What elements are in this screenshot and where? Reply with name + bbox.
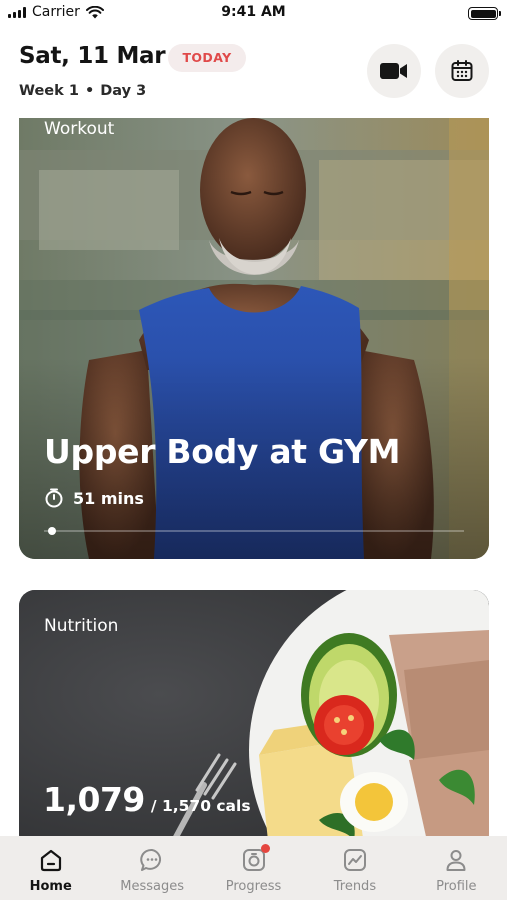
status-time: 9:41 AM [221, 4, 286, 20]
battery-icon [468, 7, 501, 20]
week-day-subtitle: Week 1 • Day 3 [19, 83, 146, 99]
tab-progress[interactable]: Progress [203, 836, 304, 900]
workout-progress-bar [44, 527, 464, 535]
tab-label-messages: Messages [120, 879, 184, 894]
calories-goal: / 1,570 cals [150, 797, 251, 815]
day-label: Day 3 [100, 83, 147, 99]
header: Sat, 11 Mar TODAY Week 1 • Day 3 [0, 26, 507, 118]
tab-bar: Home Messages Progress Trends Profile [0, 836, 507, 900]
profile-icon [446, 850, 466, 871]
trends-icon [343, 849, 366, 871]
video-call-button[interactable] [367, 44, 421, 98]
calories-consumed: 1,079 [43, 780, 145, 819]
messages-icon [140, 848, 162, 871]
tab-label-home: Home [29, 879, 72, 894]
nutrition-card[interactable]: Nutrition 1,079 / 1,570 cals [19, 590, 489, 850]
tab-messages[interactable]: Messages [101, 836, 202, 900]
today-badge[interactable]: TODAY [168, 44, 246, 72]
tab-home[interactable]: Home [0, 836, 101, 900]
duration-label: 51 mins [73, 488, 144, 508]
workout-section-label: Workout [44, 119, 115, 139]
workout-card[interactable]: Workout Upper Body at GYM 51 mins [19, 110, 489, 559]
workout-duration: 51 mins [44, 488, 144, 508]
calendar-icon [451, 60, 473, 81]
progress-icon-wrap [241, 844, 270, 873]
tab-label-profile: Profile [436, 879, 477, 894]
tab-profile[interactable]: Profile [406, 836, 507, 900]
tab-label-progress: Progress [225, 879, 282, 894]
calendar-button[interactable] [435, 44, 489, 98]
stopwatch-icon [45, 488, 63, 508]
video-camera-icon [380, 63, 407, 79]
home-icon [40, 849, 61, 872]
separator-dot: • [84, 83, 95, 99]
page-title: Sat, 11 Mar [19, 43, 166, 69]
tab-label-trends: Trends [333, 879, 377, 894]
workout-title: Upper Body at GYM [44, 432, 401, 471]
status-bar: Carrier 9:41 AM [0, 0, 507, 26]
notification-dot [260, 844, 270, 853]
tab-trends[interactable]: Trends [304, 836, 405, 900]
nutrition-section-label: Nutrition [44, 616, 119, 636]
week-label: Week 1 [19, 83, 79, 99]
calories-summary: 1,079 / 1,570 cals [43, 780, 251, 819]
